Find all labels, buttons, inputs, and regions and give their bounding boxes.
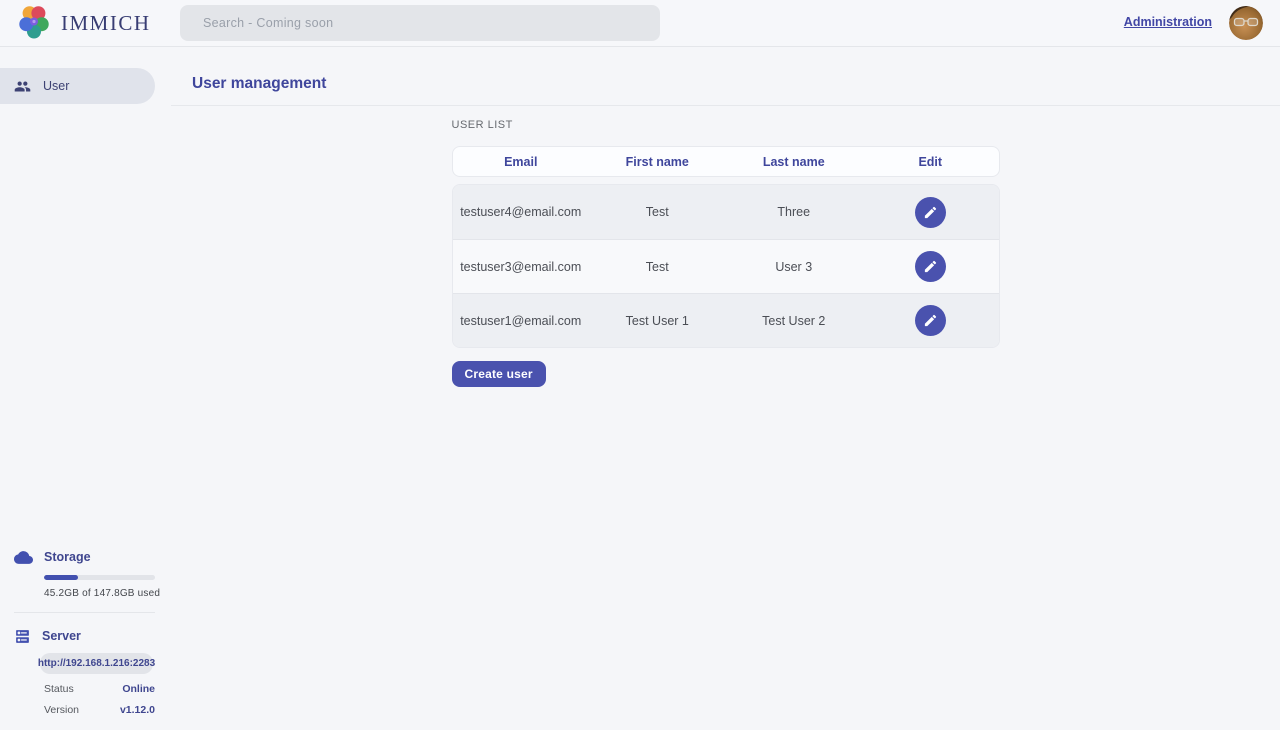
administration-link[interactable]: Administration [1124,15,1212,29]
server-url-chip: http://192.168.1.216:2283 [40,653,153,674]
column-header-edit: Edit [862,155,999,169]
pencil-icon [923,313,938,328]
column-header-last-name: Last name [726,155,863,169]
search-bar[interactable] [180,5,660,41]
pencil-icon [923,205,938,220]
sidebar-divider [14,612,155,613]
edit-user-button[interactable] [915,305,946,336]
users-icon [14,78,31,95]
cell-first-name: Test [589,260,726,274]
cell-email: testuser3@email.com [453,260,590,274]
page-header: User management [171,47,1280,106]
version-value: v1.12.0 [120,704,155,716]
user-list-section: USER LIST Email First name Last name Edi… [452,119,1000,387]
cell-last-name: Test User 2 [726,314,863,328]
sidebar-item-label: User [43,79,69,93]
cell-last-name: Three [726,205,863,219]
sidebar: User Storage 45.2GB of 147.8GB used [0,47,171,730]
storage-progress-fill [44,575,78,580]
status-value: Online [122,683,155,695]
edit-user-button[interactable] [915,251,946,282]
server-section-header: Server [0,626,171,646]
server-status-row: Status Online [44,683,155,695]
main-content: User management USER LIST Email First na… [171,47,1280,730]
storage-progress-bar [44,575,155,580]
cell-email: testuser1@email.com [453,314,590,328]
cell-edit [862,251,999,282]
sidebar-item-user[interactable]: User [0,68,155,104]
brand: IMMICH [16,0,151,46]
section-label: USER LIST [452,119,1000,131]
version-label: Version [44,704,79,716]
edit-user-button[interactable] [915,197,946,228]
storage-section-header: Storage [0,547,171,567]
pencil-icon [923,259,938,274]
top-bar: IMMICH Administration [0,0,1280,47]
user-avatar[interactable] [1229,6,1263,40]
avatar-photo [1229,6,1263,40]
column-header-first-name: First name [589,155,726,169]
brand-name: IMMICH [61,11,151,36]
column-header-email: Email [453,155,590,169]
table-row: testuser1@email.com Test User 1 Test Use… [453,293,999,347]
table-row: testuser4@email.com Test Three [453,185,999,239]
server-version-row: Version v1.12.0 [44,704,155,716]
immich-logo-icon [16,5,52,41]
storage-usage-text: 45.2GB of 147.8GB used [44,588,171,599]
server-icon [14,628,31,645]
page-title: User management [192,75,1280,93]
table-body: testuser4@email.com Test Three te [452,184,1000,348]
create-user-button[interactable]: Create user [452,361,546,387]
cell-last-name: User 3 [726,260,863,274]
cloud-icon [14,548,33,567]
storage-title: Storage [44,550,91,564]
server-title: Server [42,629,81,643]
table-row: testuser3@email.com Test User 3 [453,239,999,293]
search-input[interactable] [180,5,660,41]
table-header-row: Email First name Last name Edit [452,146,1000,177]
immich-app: IMMICH Administration [0,0,1280,730]
cell-email: testuser4@email.com [453,205,590,219]
sidebar-footer: Storage 45.2GB of 147.8GB used Server [0,547,171,730]
cell-edit [862,305,999,336]
cell-first-name: Test User 1 [589,314,726,328]
cell-edit [862,197,999,228]
cell-first-name: Test [589,205,726,219]
status-label: Status [44,683,74,695]
